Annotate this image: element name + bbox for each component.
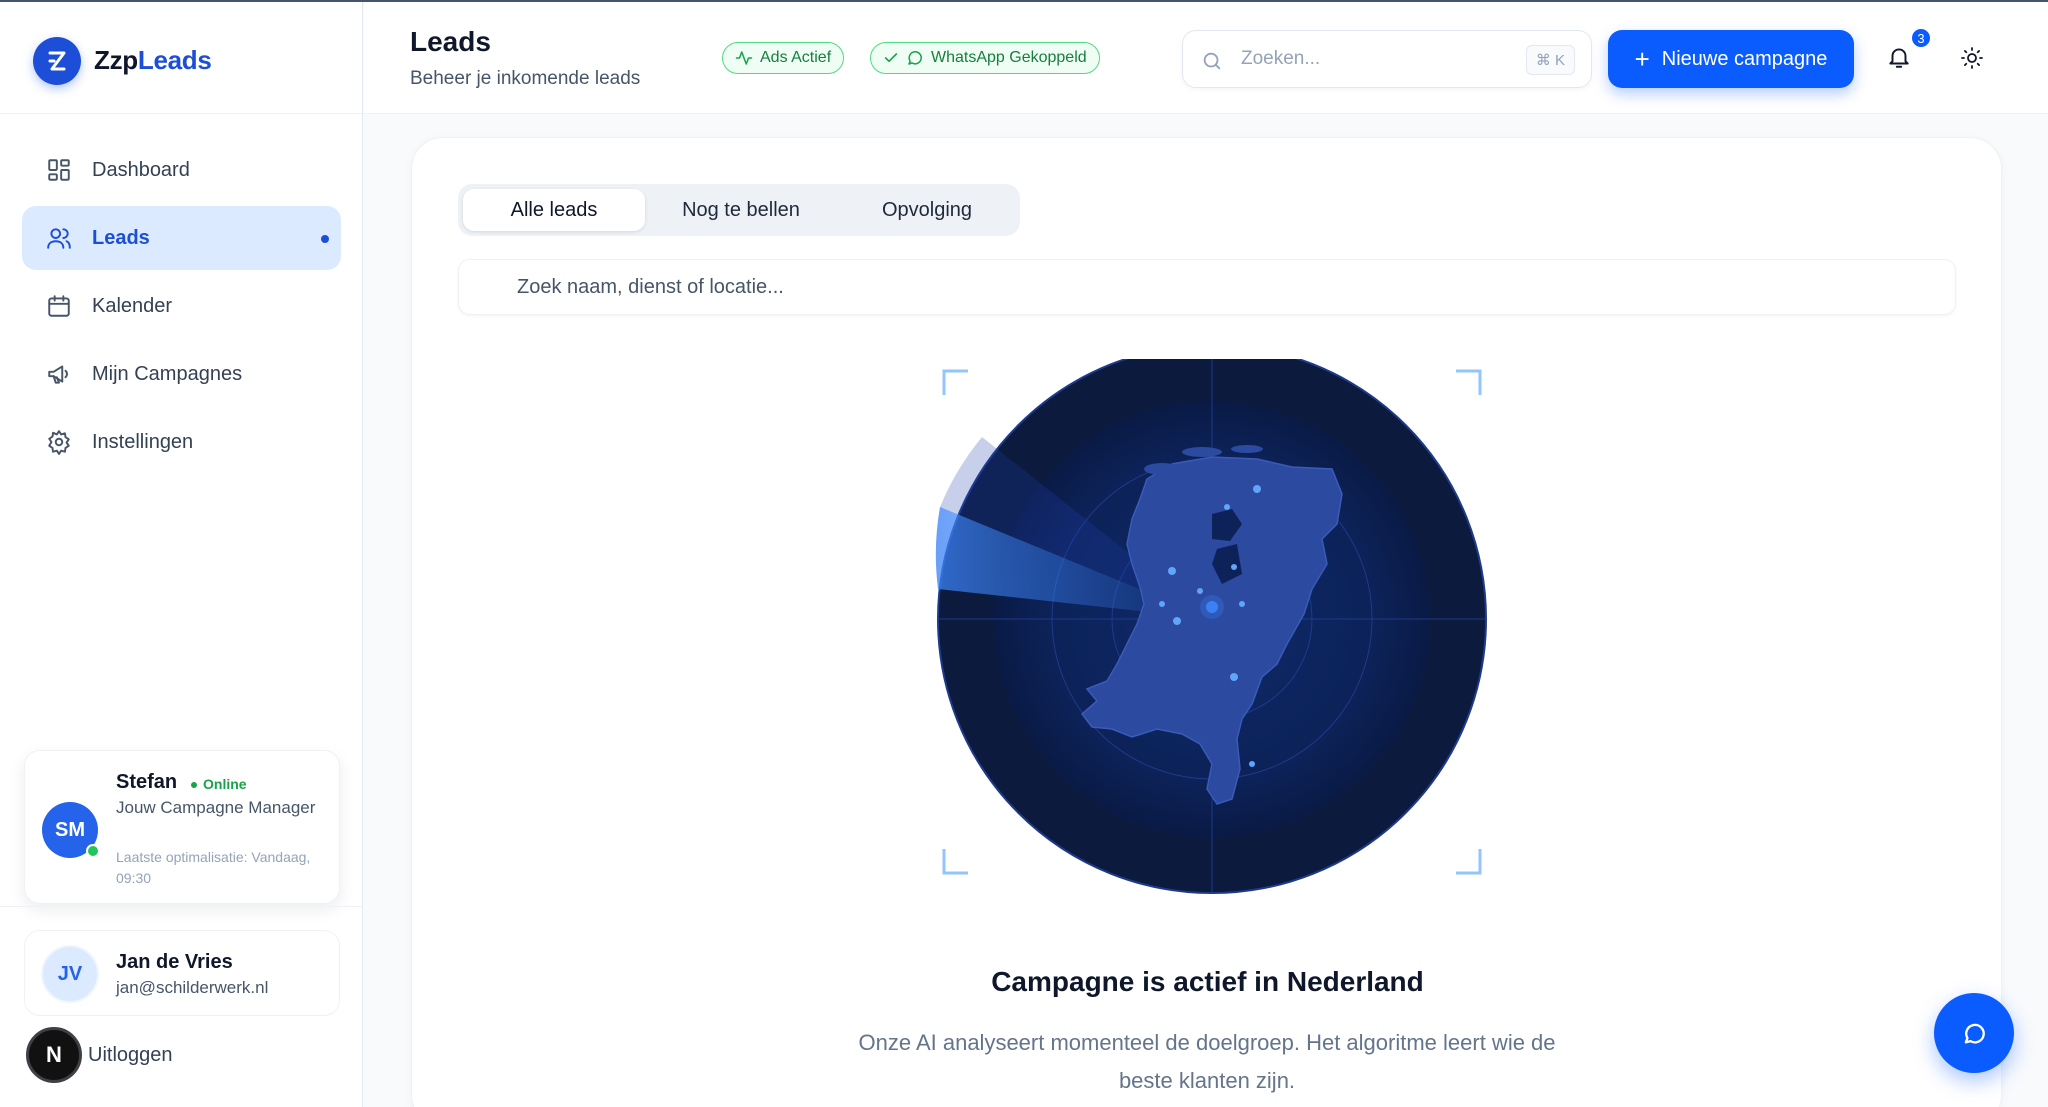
campaign-status-title: Campagne is actief in Nederland	[991, 966, 1424, 997]
chat-bubble-icon	[1964, 1023, 1985, 1044]
tab-nog-te-bellen[interactable]: Nog te bellen	[650, 189, 832, 231]
online-status-dot	[86, 844, 100, 858]
badge-label: Ads Actief	[760, 49, 832, 66]
calendar-icon	[46, 293, 72, 319]
megaphone-icon	[46, 361, 72, 387]
tab-opvolging[interactable]: Opvolging	[836, 189, 1018, 231]
manager-role: Jouw Campagne Manager	[116, 798, 316, 817]
activity-icon	[735, 51, 753, 65]
sidebar-item-dashboard[interactable]: Dashboard	[22, 138, 341, 202]
sidebar: ZzpLeads Dashboard Leads Kalender Mijn C…	[0, 2, 363, 1107]
badge-label: WhatsApp Gekoppeld	[931, 49, 1087, 66]
page-subtitle: Beheer je inkomende leads	[410, 68, 641, 89]
status-badge: Online	[191, 776, 247, 792]
notification-count-badge: 3	[1910, 27, 1932, 49]
search-input[interactable]: Zoeken... ⌘ K	[1182, 30, 1592, 88]
user-name: Jan de Vries	[116, 951, 233, 973]
radar-netherlands-map	[935, 344, 1487, 894]
keyboard-shortcut: ⌘ K	[1525, 45, 1575, 75]
brand-name-part1: Zzp	[94, 45, 138, 75]
logout-label: Uitloggen	[88, 1043, 173, 1066]
brand: ZzpLeads	[0, 2, 362, 114]
bell-icon[interactable]	[1886, 44, 1912, 70]
lead-search-placeholder: Zoek naam, dienst of locatie...	[517, 276, 784, 298]
new-campaign-button[interactable]: + Nieuwe campagne	[1608, 30, 1854, 88]
divider	[0, 906, 363, 907]
active-indicator-dot	[321, 235, 329, 243]
last-optimization: Laatste optimalisatie: Vandaag, 09:30	[116, 849, 311, 886]
dashboard-icon	[46, 157, 72, 183]
page-title: Leads	[410, 26, 491, 57]
user-email: jan@schilderwerk.nl	[116, 978, 269, 997]
brand-logo-icon[interactable]	[33, 37, 81, 85]
whatsapp-icon	[908, 51, 922, 65]
gear-icon	[46, 429, 72, 455]
radar-visual	[912, 344, 1512, 919]
user-profile-card[interactable]: JV Jan de Vries jan@schilderwerk.nl	[24, 930, 340, 1016]
sun-icon[interactable]	[1960, 46, 1984, 70]
campaign-status-description: Onze AI analyseert momenteel de doelgroe…	[858, 1030, 1556, 1093]
sidebar-item-label: Kalender	[92, 294, 173, 317]
campaign-manager-card[interactable]: SM Stefan Online Jouw Campagne Manager L…	[24, 750, 340, 904]
main-content-card: Alle leads Nog te bellen Opvolging Zoek …	[411, 137, 2002, 1107]
sidebar-item-leads[interactable]: Leads	[22, 206, 341, 270]
manager-name: Stefan	[116, 771, 178, 793]
chat-button[interactable]	[1934, 993, 2014, 1073]
brand-name[interactable]: ZzpLeads	[94, 45, 212, 76]
check-icon	[884, 53, 898, 63]
sidebar-nav: Dashboard Leads Kalender Mijn Campagnes …	[22, 138, 341, 478]
plus-icon: +	[1634, 43, 1650, 74]
search-icon	[1203, 52, 1221, 70]
sidebar-item-campagnes[interactable]: Mijn Campagnes	[22, 342, 341, 406]
top-header: Leads Beheer je inkomende leads Ads Acti…	[364, 2, 2048, 114]
sidebar-item-label: Instellingen	[92, 430, 194, 453]
sidebar-item-label: Mijn Campagnes	[92, 362, 243, 385]
sidebar-item-label: Dashboard	[92, 158, 190, 181]
lead-search-input[interactable]: Zoek naam, dienst of locatie...	[458, 259, 1956, 315]
tab-bar: Alle leads Nog te bellen Opvolging	[458, 184, 1020, 236]
brand-name-part2: Leads	[137, 45, 212, 75]
status-badge-whatsapp: WhatsApp Gekoppeld	[870, 42, 1100, 74]
sidebar-item-kalender[interactable]: Kalender	[22, 274, 341, 338]
sidebar-item-label: Leads	[92, 226, 150, 249]
new-campaign-label: Nieuwe campagne	[1661, 47, 1828, 70]
tab-alle-leads[interactable]: Alle leads	[463, 189, 645, 231]
logout-button[interactable]: N Uitloggen	[26, 1027, 173, 1083]
status-badge-ads: Ads Actief	[722, 42, 845, 74]
avatar: JV	[41, 945, 99, 1003]
logout-badge: N	[26, 1027, 82, 1083]
search-placeholder: Zoeken...	[1241, 48, 1321, 69]
sidebar-item-instellingen[interactable]: Instellingen	[22, 410, 341, 474]
users-icon	[46, 225, 72, 251]
